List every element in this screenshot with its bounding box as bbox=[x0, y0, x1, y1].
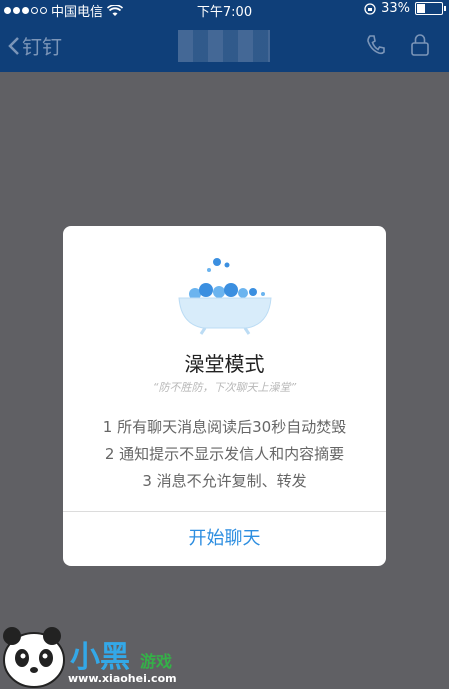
rule-item: 1 所有聊天消息阅读后30秒自动焚毁 bbox=[102, 418, 347, 436]
watermark-url: www.xiaohei.com bbox=[68, 672, 177, 685]
start-chat-button[interactable]: 开始聊天 bbox=[63, 512, 386, 566]
status-bar: 中国电信 下午7:00 33% bbox=[0, 0, 449, 20]
rules-list: 1 所有聊天消息阅读后30秒自动焚毁 2 通知提示不显示发信人和内容摘要 3 消… bbox=[63, 414, 386, 495]
watermark-game: 游戏 bbox=[140, 652, 173, 671]
back-label: 钉钉 bbox=[22, 35, 62, 59]
contact-name-blurred bbox=[178, 30, 270, 62]
lock-icon[interactable] bbox=[409, 33, 431, 57]
dialog-subtitle: “防不胜防，下次聊天上澡堂” bbox=[152, 381, 297, 394]
status-right: 33% bbox=[364, 1, 446, 16]
dialog-title: 澡堂模式 bbox=[184, 352, 265, 376]
nav-bar: 钉钉 bbox=[0, 18, 449, 72]
rule-item: 3 消息不允许复制、转发 bbox=[142, 472, 307, 490]
chevron-left-icon bbox=[8, 36, 19, 55]
bathtub-icon bbox=[178, 258, 272, 335]
battery-icon bbox=[415, 2, 446, 15]
panda-logo-icon bbox=[3, 627, 65, 688]
watermark: 小黑 游戏 www.xiaohei.com bbox=[0, 620, 220, 689]
watermark-brand: 小黑 bbox=[70, 640, 130, 675]
back-button[interactable]: 钉钉 bbox=[8, 31, 62, 60]
phone-icon[interactable] bbox=[365, 33, 387, 57]
rule-item: 2 通知提示不显示发信人和内容摘要 bbox=[104, 445, 345, 463]
orientation-lock-icon bbox=[364, 2, 376, 15]
bath-mode-dialog: 澡堂模式 “防不胜防，下次聊天上澡堂” 1 所有聊天消息阅读后30秒自动焚毁 2… bbox=[63, 226, 386, 566]
battery-percent: 33% bbox=[381, 1, 410, 16]
nav-actions bbox=[365, 33, 431, 57]
